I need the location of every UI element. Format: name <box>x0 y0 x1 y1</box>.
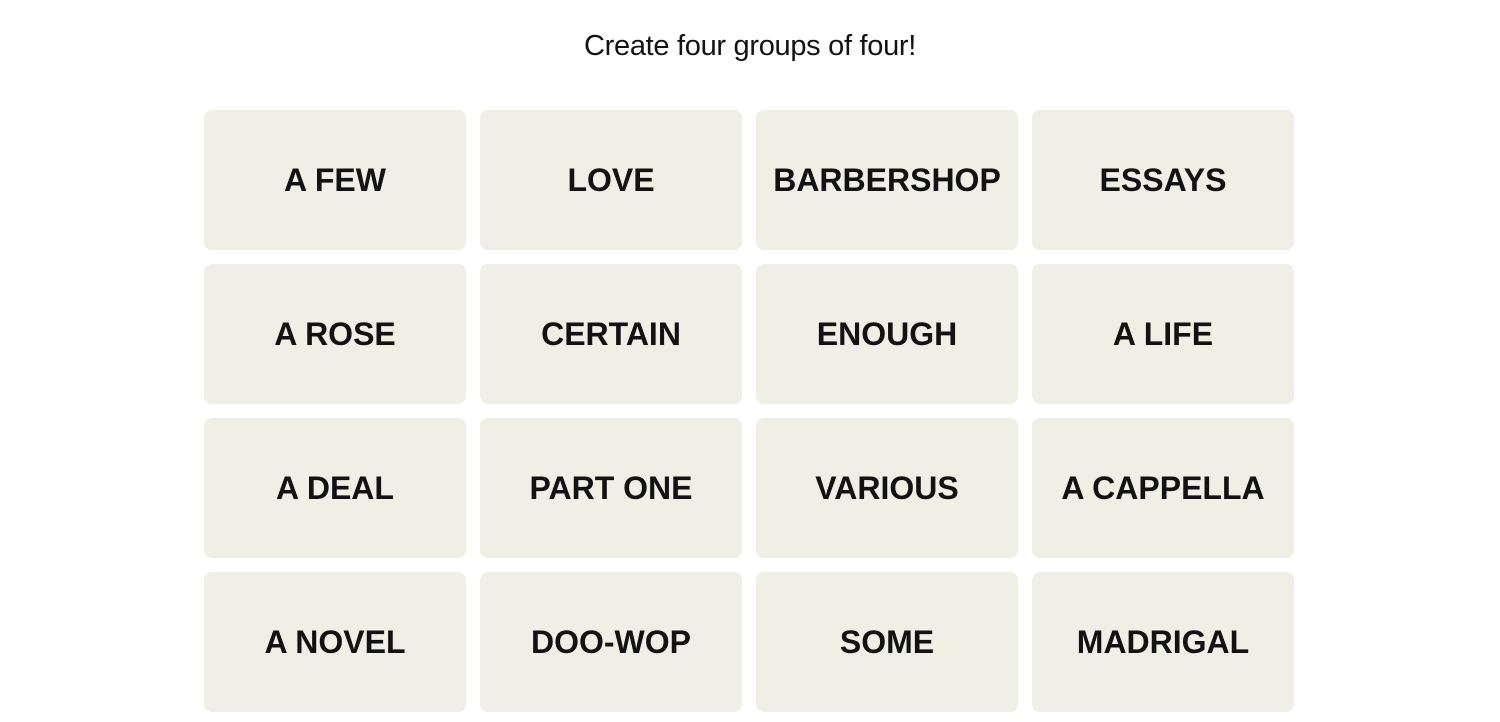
word-tile[interactable]: SOME <box>756 572 1018 712</box>
word-tile[interactable]: BARBERSHOP <box>756 110 1018 250</box>
word-tile[interactable]: A FEW <box>204 110 466 250</box>
word-grid: A FEW LOVE BARBERSHOP ESSAYS A ROSE CERT… <box>204 110 1294 712</box>
word-tile[interactable]: A NOVEL <box>204 572 466 712</box>
word-tile[interactable]: ENOUGH <box>756 264 1018 404</box>
word-tile[interactable]: MADRIGAL <box>1032 572 1294 712</box>
word-tile[interactable]: PART ONE <box>480 418 742 558</box>
word-tile[interactable]: A CAPPELLA <box>1032 418 1294 558</box>
word-tile[interactable]: DOO-WOP <box>480 572 742 712</box>
word-tile[interactable]: A ROSE <box>204 264 466 404</box>
instruction-text: Create four groups of four! <box>583 30 917 62</box>
word-tile[interactable]: LOVE <box>480 110 742 250</box>
word-tile[interactable]: CERTAIN <box>480 264 742 404</box>
word-tile[interactable]: VARIOUS <box>756 418 1018 558</box>
word-tile[interactable]: A DEAL <box>204 418 466 558</box>
word-tile[interactable]: ESSAYS <box>1032 110 1294 250</box>
word-tile[interactable]: A LIFE <box>1032 264 1294 404</box>
